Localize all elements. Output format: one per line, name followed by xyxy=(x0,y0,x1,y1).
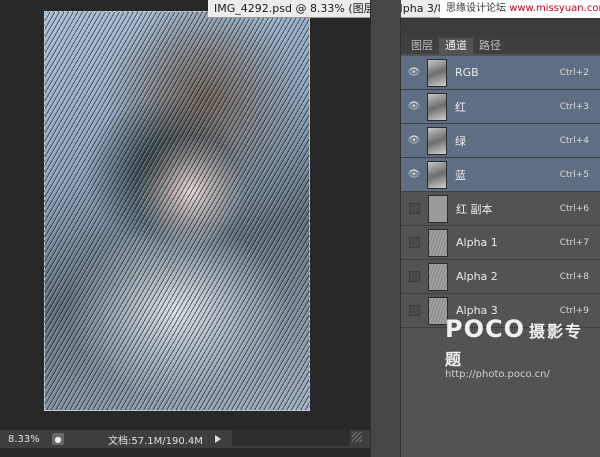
forum-watermark-url: www.missyuan.com xyxy=(509,3,600,14)
channel-shortcut: Ctrl+4 xyxy=(559,135,589,146)
document-size-info: 文档:57.1M/190.4M xyxy=(108,435,203,447)
channel-shortcut: Ctrl+6 xyxy=(559,203,589,214)
channel-row[interactable]: Alpha 2 Ctrl+8 xyxy=(401,260,600,294)
panel-tabs: 图层 通道 路径 xyxy=(401,36,600,54)
visibility-toggle[interactable] xyxy=(409,237,420,248)
channel-thumbnail xyxy=(427,58,447,87)
tab-paths[interactable]: 路径 xyxy=(473,38,507,54)
channel-name: Alpha 1 xyxy=(456,236,498,249)
channel-name: Alpha 2 xyxy=(456,270,498,283)
channel-shortcut: Ctrl+3 xyxy=(559,101,589,112)
document-canvas-area[interactable] xyxy=(0,0,370,457)
poco-url: http://photo.poco.cn/ xyxy=(445,369,550,380)
channel-thumbnail xyxy=(427,160,447,189)
channel-name: 红 xyxy=(455,100,466,114)
channel-name: 红 副本 xyxy=(456,202,493,216)
channel-row[interactable]: 红 副本 Ctrl+6 xyxy=(401,192,600,226)
tab-channels[interactable]: 通道 xyxy=(439,38,473,54)
channel-row[interactable]: 👁 红 Ctrl+3 xyxy=(401,90,600,124)
eye-icon[interactable]: 👁 xyxy=(405,56,423,89)
channel-name: 蓝 xyxy=(455,168,466,182)
channel-thumbnail xyxy=(428,262,448,291)
visibility-toggle[interactable] xyxy=(409,305,420,316)
channel-list: 👁 RGB Ctrl+2 👁 红 Ctrl+3 👁 绿 Ctrl+4 👁 蓝 Ctrl+5 红 副本 Ct… xyxy=(401,56,600,328)
zoom-level-field[interactable]: 8.33% xyxy=(0,434,48,445)
channel-row[interactable]: Alpha 1 Ctrl+7 xyxy=(401,226,600,260)
channel-thumbnail xyxy=(427,92,447,121)
play-arrow-icon[interactable] xyxy=(214,435,221,443)
tab-layers[interactable]: 图层 xyxy=(405,38,439,54)
channel-thumbnail xyxy=(428,194,448,223)
resize-grip[interactable] xyxy=(352,432,362,442)
channel-row[interactable]: 👁 RGB Ctrl+2 xyxy=(401,56,600,90)
poco-watermark: POCO 摄影专题 http://photo.poco.cn/ xyxy=(445,315,595,380)
channel-shortcut: Ctrl+2 xyxy=(559,67,589,78)
channel-thumbnail xyxy=(428,228,448,257)
channel-shortcut: Ctrl+9 xyxy=(559,305,589,316)
channel-thumbnail xyxy=(427,126,447,155)
horizontal-scrollbar[interactable] xyxy=(232,430,350,446)
visibility-toggle[interactable] xyxy=(409,203,420,214)
channel-name: RGB xyxy=(455,66,479,79)
eye-icon[interactable]: 👁 xyxy=(405,90,423,123)
forum-watermark-text: 思缘设计论坛 xyxy=(446,3,506,14)
panel-dock xyxy=(370,0,401,457)
document-title-tab[interactable]: IMG_4292.psd @ 8.33% (图层 3, Alpha 3/8) * xyxy=(208,0,440,18)
channel-shortcut: Ctrl+7 xyxy=(559,237,589,248)
channel-name: 绿 xyxy=(455,134,466,148)
photo-canvas[interactable] xyxy=(44,11,310,411)
channel-row[interactable]: 👁 绿 Ctrl+4 xyxy=(401,124,600,158)
eye-icon[interactable]: 👁 xyxy=(405,124,423,157)
eye-icon[interactable]: 👁 xyxy=(405,158,423,191)
visibility-toggle[interactable] xyxy=(409,271,420,282)
channel-row[interactable]: 👁 蓝 Ctrl+5 xyxy=(401,158,600,192)
poco-logo: POCO 摄影专题 xyxy=(445,315,595,371)
forum-watermark: 思缘设计论坛 www.missyuan.com xyxy=(440,0,600,18)
info-icon[interactable]: ● xyxy=(52,433,64,445)
channel-shortcut: Ctrl+5 xyxy=(559,169,589,180)
panel-header-strip xyxy=(401,18,600,36)
poco-logo-text: POCO xyxy=(445,315,526,343)
channel-shortcut: Ctrl+8 xyxy=(559,271,589,282)
channels-panel: 图层 通道 路径 👁 RGB Ctrl+2 👁 红 Ctrl+3 👁 绿 Ctrl+4 👁 蓝 Ctr… xyxy=(400,18,600,457)
